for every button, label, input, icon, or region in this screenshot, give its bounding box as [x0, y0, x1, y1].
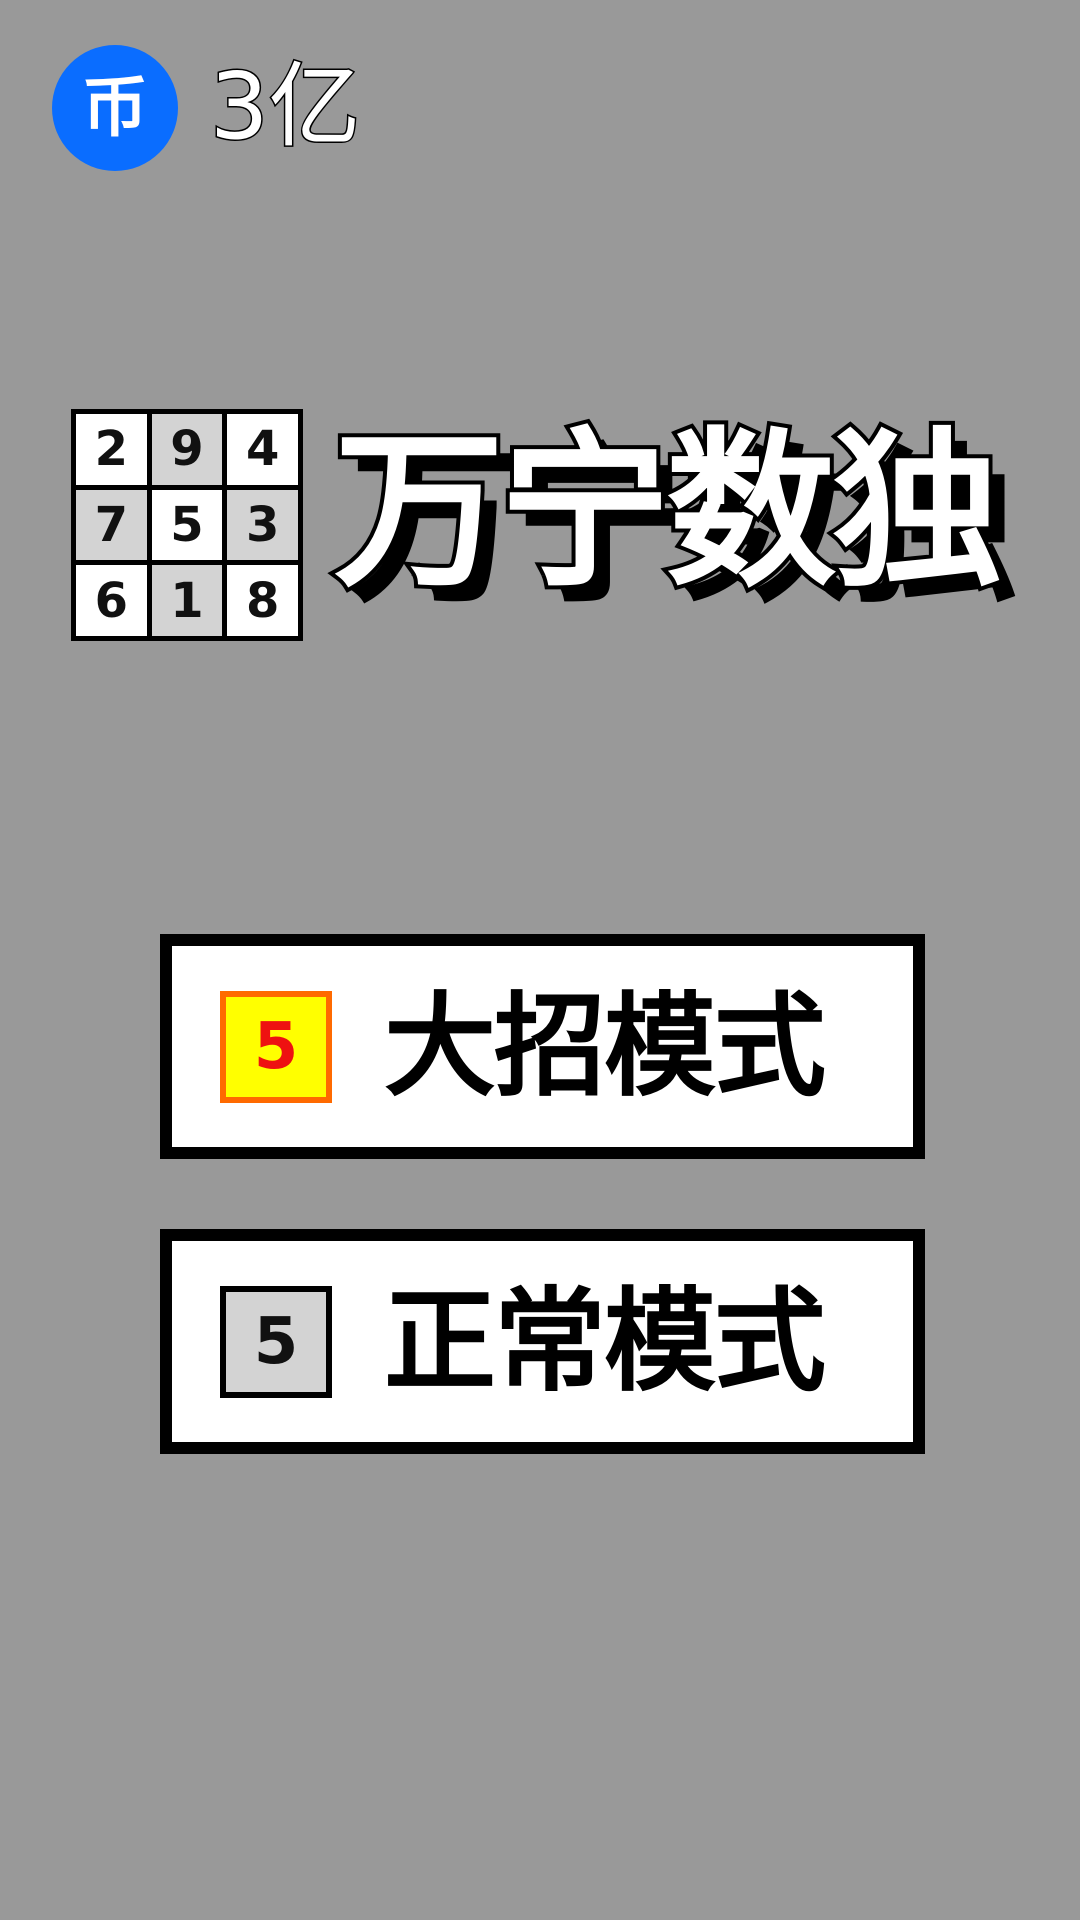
logo-cell: 7	[76, 489, 147, 561]
coin-count: 3亿	[209, 53, 363, 160]
normal-mode-button[interactable]: 5 正常模式	[160, 1229, 925, 1454]
logo-cell: 8	[227, 565, 298, 636]
special-mode-label: 大招模式	[384, 981, 826, 1112]
normal-mode-label: 正常模式	[384, 1276, 826, 1407]
logo-cell: 6	[76, 565, 147, 636]
logo-cell: 5	[151, 489, 223, 561]
game-title: 万宁数独	[330, 413, 1006, 611]
special-mode-button[interactable]: 5 大招模式	[160, 934, 925, 1159]
logo-cell: 3	[227, 489, 298, 561]
normal-mode-badge: 5	[220, 1285, 332, 1398]
coin-icon: 币	[52, 45, 178, 171]
logo-cell: 2	[76, 414, 147, 485]
logo-cell: 9	[151, 414, 223, 485]
special-mode-badge: 5	[220, 990, 332, 1103]
logo-grid: 2 9 4 7 5 3 6 1 8	[71, 409, 303, 641]
logo-cell: 1	[151, 565, 223, 636]
logo-cell: 4	[227, 414, 298, 485]
